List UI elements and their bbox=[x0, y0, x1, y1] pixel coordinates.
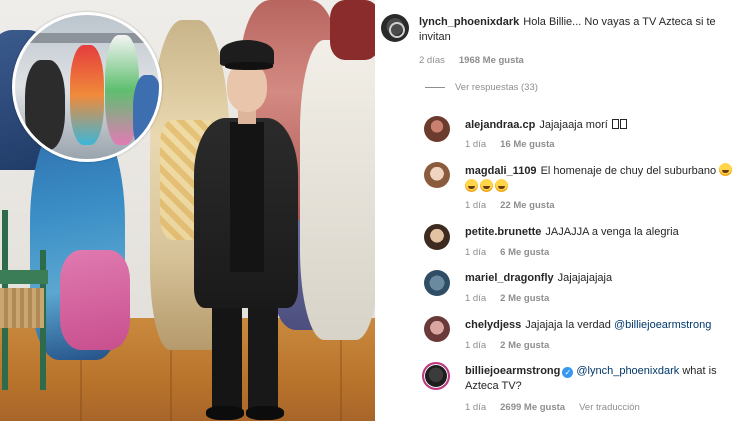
reply-time: 1 día bbox=[465, 247, 487, 258]
inset-photo bbox=[12, 12, 162, 162]
reply-likes[interactable]: 16 Me gusta bbox=[500, 139, 554, 150]
reply-mention[interactable]: @billiejoearmstrong bbox=[614, 319, 711, 331]
reply-time: 1 día bbox=[465, 200, 487, 211]
laughing-emoji-icon bbox=[465, 179, 478, 192]
reply-username[interactable]: billiejoearmstrong bbox=[465, 365, 560, 377]
reply-likes[interactable]: 22 Me gusta bbox=[500, 200, 554, 211]
comment-meta: 2 días 1968 Me gusta bbox=[419, 55, 538, 66]
translate-link[interactable]: Ver traducción bbox=[579, 402, 640, 413]
reply-likes[interactable]: 2699 Me gusta bbox=[500, 402, 565, 413]
person-shoe bbox=[206, 406, 244, 420]
reply-body: Jajajaaja morí bbox=[539, 119, 608, 131]
reply-meta: 1 día 2 Me gusta bbox=[465, 340, 563, 351]
chair-seat bbox=[0, 270, 48, 284]
costume bbox=[300, 40, 375, 340]
view-replies-label[interactable]: Ver respuestas (33) bbox=[455, 82, 538, 93]
avatar[interactable] bbox=[424, 116, 450, 142]
inset-handrail bbox=[15, 33, 159, 43]
laughing-emoji-icon bbox=[719, 163, 733, 176]
person-leg bbox=[212, 290, 242, 410]
reply-username[interactable]: mariel_dragonfly bbox=[465, 272, 554, 284]
reply-time: 1 día bbox=[465, 293, 487, 304]
reply-time: 1 día bbox=[465, 340, 487, 351]
reply-comment: mariel_dragonfly Jajajajajaja bbox=[465, 271, 735, 286]
costume bbox=[330, 0, 375, 60]
reply-comment: petite.brunette JAJAJJA a venga la alegri… bbox=[465, 225, 735, 240]
inset-person bbox=[133, 75, 159, 155]
reply-username[interactable]: petite.brunette bbox=[465, 226, 541, 238]
comments-panel: lynch_phoenixdark Hola Billie... No vayas… bbox=[375, 0, 750, 421]
person-shoe bbox=[246, 406, 284, 420]
avatar[interactable] bbox=[422, 362, 450, 390]
reply-meta: 1 día 6 Me gusta bbox=[465, 247, 563, 258]
reply-meta: 1 día 2699 Me gusta Ver traducción bbox=[465, 402, 654, 413]
unknown-emoji-icon bbox=[619, 119, 627, 129]
avatar[interactable] bbox=[381, 14, 409, 42]
reply-time: 1 día bbox=[465, 402, 487, 413]
reply-comment: chelydjess Jajajaja la verdad @billiejoea… bbox=[465, 318, 745, 333]
reply-meta: 1 día 2 Me gusta bbox=[465, 293, 563, 304]
reply-likes[interactable]: 2 Me gusta bbox=[500, 340, 549, 351]
comment-likes[interactable]: 1968 Me gusta bbox=[459, 55, 524, 66]
wooden-chair bbox=[0, 210, 48, 390]
person-cap-brim bbox=[225, 62, 273, 70]
laughing-emoji-icon bbox=[480, 179, 493, 192]
laughing-emoji-icon bbox=[495, 179, 508, 192]
reply-username[interactable]: chelydjess bbox=[465, 319, 521, 331]
avatar[interactable] bbox=[424, 224, 450, 250]
reply-body: Jajajaja la verdad bbox=[525, 319, 611, 331]
inset-person bbox=[25, 60, 65, 150]
comment-time: 2 días bbox=[419, 55, 445, 66]
avatar[interactable] bbox=[424, 270, 450, 296]
reply-body: Jajajajajaja bbox=[557, 272, 613, 284]
person bbox=[180, 40, 310, 421]
costume bbox=[60, 250, 130, 350]
reply-comment: alejandraa.cp Jajajaaja morí bbox=[465, 118, 735, 133]
reply-likes[interactable]: 6 Me gusta bbox=[500, 247, 549, 258]
unknown-emoji-icon bbox=[611, 119, 619, 129]
reply-username[interactable]: magdali_1109 bbox=[465, 165, 537, 177]
avatar[interactable] bbox=[424, 316, 450, 342]
comment-username[interactable]: lynch_phoenixdark bbox=[419, 16, 519, 28]
replies-divider bbox=[425, 87, 445, 88]
reply-time: 1 día bbox=[465, 139, 487, 150]
reply-likes[interactable]: 2 Me gusta bbox=[500, 293, 549, 304]
avatar[interactable] bbox=[424, 162, 450, 188]
main-comment: lynch_phoenixdark Hola Billie... No vayas… bbox=[419, 15, 739, 45]
reply-meta: 1 día 16 Me gusta bbox=[465, 139, 569, 150]
reply-body: El homenaje de chuy del suburbano bbox=[540, 165, 717, 177]
person-leg bbox=[248, 290, 278, 410]
reply-mention[interactable]: @lynch_phoenixdark bbox=[576, 365, 679, 377]
view-replies-button[interactable]: Ver respuestas (33) bbox=[425, 82, 538, 93]
reply-comment: magdali_1109 El homenaje de chuy del subu… bbox=[465, 163, 735, 195]
person-shirt bbox=[230, 122, 264, 272]
reply-body: JAJAJJA a venga la alegria bbox=[545, 226, 679, 238]
reply-meta: 1 día 22 Me gusta bbox=[465, 200, 569, 211]
verified-badge-icon: ✓ bbox=[562, 367, 574, 378]
post-photo bbox=[0, 0, 375, 421]
reply-comment: billiejoearmstrong ✓ @lynch_phoenixdark wh… bbox=[465, 364, 740, 394]
reply-username[interactable]: alejandraa.cp bbox=[465, 119, 535, 131]
inset-person bbox=[70, 45, 104, 145]
chair-weave bbox=[0, 288, 44, 328]
